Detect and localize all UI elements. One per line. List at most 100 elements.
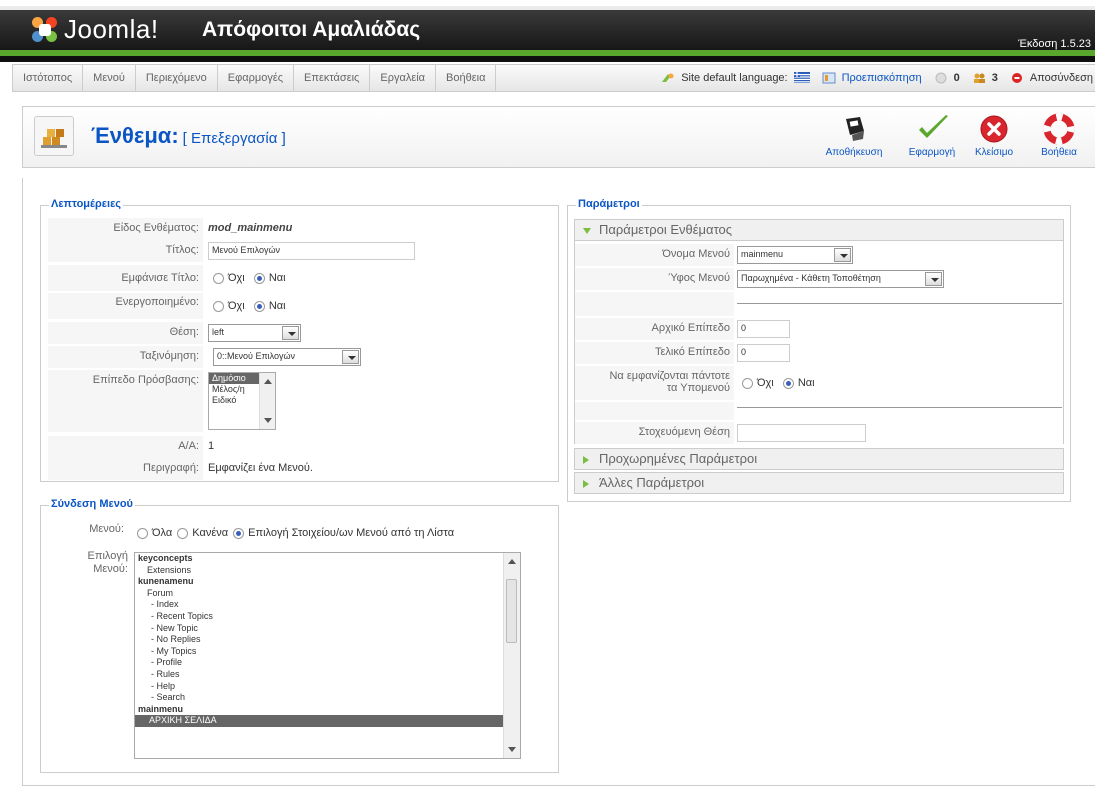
row-description: Περιγραφή: Εμφανίζει ένα Μενού.	[48, 458, 553, 480]
menu-tools[interactable]: Εργαλεία	[370, 65, 437, 91]
menu-components[interactable]: Εφαρμογές	[218, 65, 295, 91]
title-input[interactable]: Μενού Επιλογών	[208, 242, 415, 260]
position-value: left	[212, 327, 225, 337]
menu-style-value: Παρωχημένα - Κάθετη Τοποθέτηση	[741, 273, 881, 283]
access-listbox[interactable]: Δημόσιο Μέλος/η Ειδικό	[208, 372, 276, 430]
target-position-input[interactable]	[737, 424, 866, 442]
menu-help[interactable]: Βοήθεια	[436, 65, 497, 91]
close-button[interactable]: Κλείσιμο	[969, 113, 1019, 158]
menu-list-item[interactable]: ΑΡΧΙΚΗ ΣΕΛΙΔΑ	[135, 715, 520, 727]
menus-none-label: Κανένα	[192, 527, 229, 539]
menu-list-item[interactable]: Extensions	[135, 565, 520, 577]
scroll-down-icon	[508, 747, 516, 752]
order-select[interactable]: 0::Μενού Επιλογών	[213, 348, 361, 366]
users-count[interactable]: 3	[992, 72, 998, 84]
menu-site[interactable]: Ιστότοπος	[13, 65, 84, 91]
menu-list-item[interactable]: - Recent Topics	[135, 611, 520, 623]
enabled-yes-radio[interactable]	[253, 301, 265, 312]
menu-list-item[interactable]: - New Topic	[135, 623, 520, 635]
end-level-input[interactable]: 0	[737, 344, 790, 362]
access-scrollbar[interactable]	[259, 373, 275, 429]
menu-name-select[interactable]: mainmenu	[737, 246, 853, 264]
enabled-yes-label: Ναι	[268, 300, 286, 312]
joomla-logo[interactable]: Joomla!	[30, 14, 159, 45]
menu-style-dropdown-icon	[925, 272, 942, 286]
row-title: Τίτλος: Μενού Επιλογών	[48, 240, 553, 262]
show-title-label: Εμφάνισε Τίτλο:	[48, 265, 203, 291]
menu-list-item[interactable]: mainmenu	[135, 704, 520, 716]
menu-items-scrollbar[interactable]	[503, 553, 520, 758]
scroll-down-icon	[264, 418, 272, 423]
menu-style-select[interactable]: Παρωχημένα - Κάθετη Τοποθέτηση	[737, 270, 944, 288]
help-button[interactable]: Βοήθεια	[1029, 113, 1089, 158]
menu-list-item[interactable]: Forum	[135, 588, 520, 600]
id-label: Α/Α:	[48, 436, 203, 458]
always-show-yes-radio[interactable]	[782, 378, 794, 389]
separator-1	[737, 303, 1062, 304]
menu-list-item[interactable]: - Profile	[135, 657, 520, 669]
menu-extensions[interactable]: Επεκτάσεις	[294, 65, 371, 91]
row-id: Α/Α: 1	[48, 436, 553, 458]
always-show-radios: Όχι Ναι	[742, 373, 821, 395]
menu-content[interactable]: Περιεχόμενο	[136, 65, 218, 91]
save-button[interactable]: Αποθήκευση	[823, 113, 885, 158]
scroll-thumb[interactable]	[506, 579, 517, 643]
menus-all-label: Όλα	[152, 527, 173, 539]
status-area: Site default language: Προεπισκόπηση 0 3…	[661, 65, 1093, 91]
position-select[interactable]: left	[208, 324, 301, 342]
module-params-body: Όνομα Μενού mainmenu Ύφος Μενού Παρωχημέ…	[574, 241, 1064, 444]
row-menus: Μενού: Όλα Κανένα Επιλογή Στοιχείου/ων Μ…	[41, 520, 546, 546]
menu-list-item[interactable]: - Search	[135, 692, 520, 704]
page-title: Ένθεμα:[ Επεξεργασία ]	[91, 123, 286, 149]
start-level-input[interactable]: 0	[737, 320, 790, 338]
target-position-label: Στοχευόμενη Θέση	[575, 422, 734, 444]
title-label: Τίτλος:	[48, 240, 203, 262]
other-params-header[interactable]: Άλλες Παράμετροι	[574, 472, 1064, 494]
always-show-no-radio[interactable]	[742, 378, 753, 389]
menu-list-item[interactable]: - Index	[135, 599, 520, 611]
advanced-params-header[interactable]: Προχωρημένες Παράμετροι	[574, 448, 1064, 470]
collapsed-arrow-icon	[583, 480, 589, 488]
menu-list-item[interactable]: - My Topics	[135, 646, 520, 658]
menus-label: Μενού:	[89, 523, 124, 535]
always-show-no-label: Όχι	[757, 377, 774, 389]
main-menu-bar: Ιστότοπος Μενού Περιεχόμενο Εφαρμογές Επ…	[12, 64, 1095, 92]
always-show-yes-label: Ναι	[797, 377, 815, 389]
menu-list-item[interactable]: - No Replies	[135, 634, 520, 646]
description-label: Περιγραφή:	[48, 458, 203, 480]
show-title-yes-radio[interactable]	[253, 273, 265, 284]
logout-link[interactable]: Αποσύνδεση	[1030, 72, 1093, 84]
messages-count[interactable]: 0	[954, 72, 960, 84]
menu-list-item[interactable]: keyconcepts	[135, 553, 520, 565]
menu-items-listbox[interactable]: keyconcepts Extensions kunenamenu Forum - In…	[134, 552, 521, 759]
version-label: Έκδοση 1.5.23	[1018, 38, 1091, 50]
menu-list-item[interactable]: kunenamenu	[135, 576, 520, 588]
module-params-header[interactable]: Παράμετροι Ενθέματος	[574, 219, 1064, 241]
row-target-position: Στοχευόμενη Θέση	[575, 422, 1063, 444]
menu-list-item[interactable]: - Help	[135, 681, 520, 693]
apply-button[interactable]: Εφαρμογή	[905, 113, 959, 158]
menus-none-radio[interactable]	[177, 528, 189, 539]
show-title-yes-label: Ναι	[268, 272, 286, 284]
preview-link[interactable]: Προεπισκόπηση	[842, 72, 922, 84]
spacer-key-2	[575, 402, 734, 420]
row-module-type: Είδος Ενθέματος: mod_mainmenu	[48, 218, 553, 240]
preview-icon	[822, 72, 836, 84]
description-value: Εμφανίζει ένα Μενού.	[208, 462, 313, 474]
page-left-border	[22, 178, 23, 786]
enabled-radios: Όχι Ναι	[213, 296, 292, 318]
page-title-sub: [ Επεξεργασία ]	[182, 130, 286, 147]
menu-items-list: keyconcepts Extensions kunenamenu Forum - In…	[135, 553, 520, 727]
menus-select-radio[interactable]	[233, 528, 245, 539]
menu-menus[interactable]: Μενού	[83, 65, 136, 91]
enabled-no-label: Όχι	[228, 300, 245, 312]
row-always-show: Να εμφανίζονται πάντοτε τα Υπομενού Όχι …	[575, 366, 1063, 400]
menu-name-label: Όνομα Μενού	[575, 244, 734, 266]
menu-list-item[interactable]: - Rules	[135, 669, 520, 681]
enabled-no-radio[interactable]	[213, 301, 224, 312]
row-start-level: Αρχικό Επίπεδο 0	[575, 318, 1063, 340]
show-title-no-radio[interactable]	[213, 273, 224, 284]
collapsed-arrow-icon	[583, 456, 589, 464]
menus-all-radio[interactable]	[137, 528, 148, 539]
save-label: Αποθήκευση	[825, 147, 883, 158]
